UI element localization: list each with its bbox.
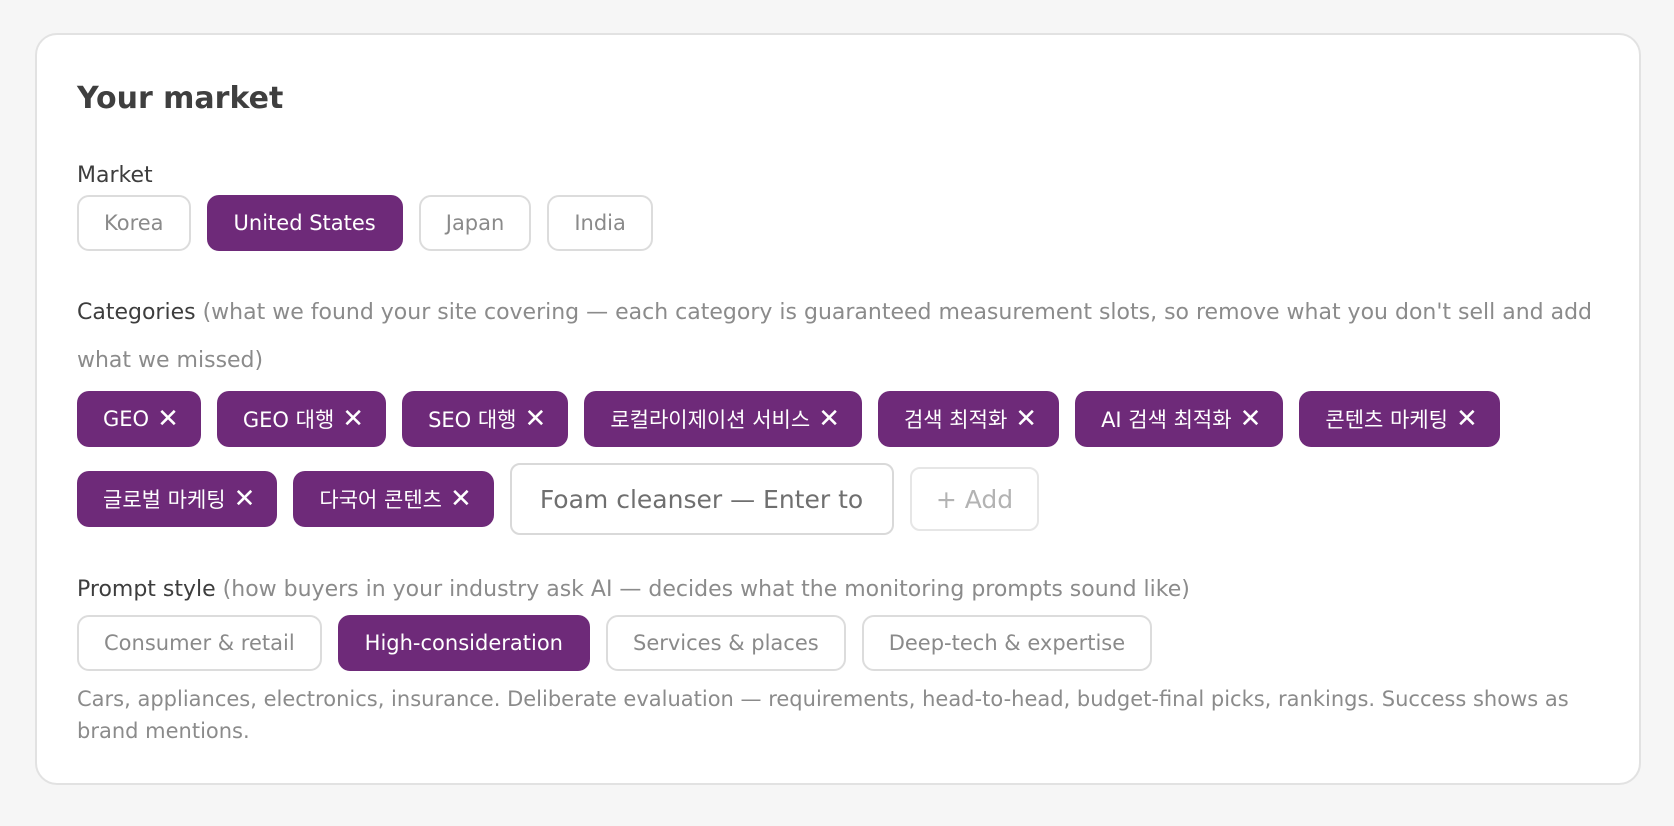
market-option-united-states[interactable]: United States	[206, 195, 403, 251]
remove-icon[interactable]: ✕	[1238, 406, 1264, 432]
category-tag: GEO ✕	[77, 391, 201, 447]
category-tag: 콘텐츠 마케팅 ✕	[1299, 391, 1500, 447]
categories-label: Categories	[77, 300, 196, 325]
remove-icon[interactable]: ✕	[1454, 406, 1480, 432]
category-tag-label: GEO	[103, 407, 150, 431]
remove-icon[interactable]: ✕	[1013, 406, 1039, 432]
remove-icon[interactable]: ✕	[816, 406, 842, 432]
category-tag-label: GEO 대행	[242, 408, 335, 432]
prompt-style-description: Cars, appliances, electronics, insurance…	[77, 687, 1569, 743]
remove-icon[interactable]: ✕	[232, 486, 258, 512]
market-option-japan[interactable]: Japan	[418, 195, 532, 251]
remove-icon[interactable]: ✕	[340, 406, 366, 432]
category-tag: AI 검색 최적화 ✕	[1075, 391, 1284, 447]
prompt-style-consumer-retail[interactable]: Consumer & retail	[77, 615, 322, 671]
category-tag-label: SEO 대행	[428, 408, 517, 432]
category-tag: 검색 최적화 ✕	[877, 391, 1060, 447]
category-tag: GEO 대행 ✕	[216, 391, 387, 447]
category-tag: 로컬라이제이션 서비스 ✕	[584, 391, 862, 447]
market-card: Your market Market Korea United States J…	[35, 33, 1641, 785]
prompt-style-section: Prompt style (how buyers in your industr…	[77, 575, 1639, 747]
prompt-style-options: Consumer & retail High-consideration Ser…	[77, 615, 1639, 671]
prompt-style-deep-tech[interactable]: Deep-tech & expertise	[861, 615, 1153, 671]
category-tag-label: 로컬라이제이션 서비스	[610, 408, 811, 432]
market-option-india[interactable]: India	[547, 195, 653, 251]
remove-icon[interactable]: ✕	[155, 406, 181, 432]
category-input[interactable]	[509, 463, 894, 535]
market-label: Market	[77, 163, 153, 188]
prompt-style-hint: (how buyers in your industry ask AI — de…	[222, 577, 1190, 602]
market-option-korea[interactable]: Korea	[77, 195, 191, 251]
add-category-button[interactable]: + Add	[909, 467, 1040, 531]
category-tag-label: 글로벌 마케팅	[103, 488, 226, 512]
prompt-style-services-places[interactable]: Services & places	[605, 615, 846, 671]
category-tag-label: AI 검색 최적화	[1101, 408, 1232, 432]
categories-section: Categories (what we found your site cove…	[77, 289, 1639, 535]
category-tag-label: 콘텐츠 마케팅	[1325, 408, 1448, 432]
remove-icon[interactable]: ✕	[448, 486, 474, 512]
category-tag: 글로벌 마케팅 ✕	[77, 471, 278, 527]
prompt-style-label: Prompt style	[77, 577, 216, 602]
category-tag-label: 검색 최적화	[903, 408, 1008, 432]
category-tag: SEO 대행 ✕	[402, 391, 569, 447]
prompt-style-high-consideration[interactable]: High-consideration	[337, 615, 590, 671]
card-title: Your market	[77, 81, 284, 116]
prompt-style-heading: Prompt style (how buyers in your industr…	[77, 575, 1639, 605]
category-tags: GEO ✕ GEO 대행 ✕ SEO 대행 ✕ 로컬라이제이션 서비스 ✕ 검색…	[77, 391, 1617, 535]
categories-heading: Categories (what we found your site cove…	[77, 289, 1597, 385]
remove-icon[interactable]: ✕	[523, 406, 549, 432]
market-options: Korea United States Japan India	[77, 195, 1639, 251]
categories-hint: (what we found your site covering — each…	[77, 300, 1593, 373]
category-tag: 다국어 콘텐츠 ✕	[293, 471, 494, 527]
category-tag-label: 다국어 콘텐츠	[319, 488, 443, 512]
